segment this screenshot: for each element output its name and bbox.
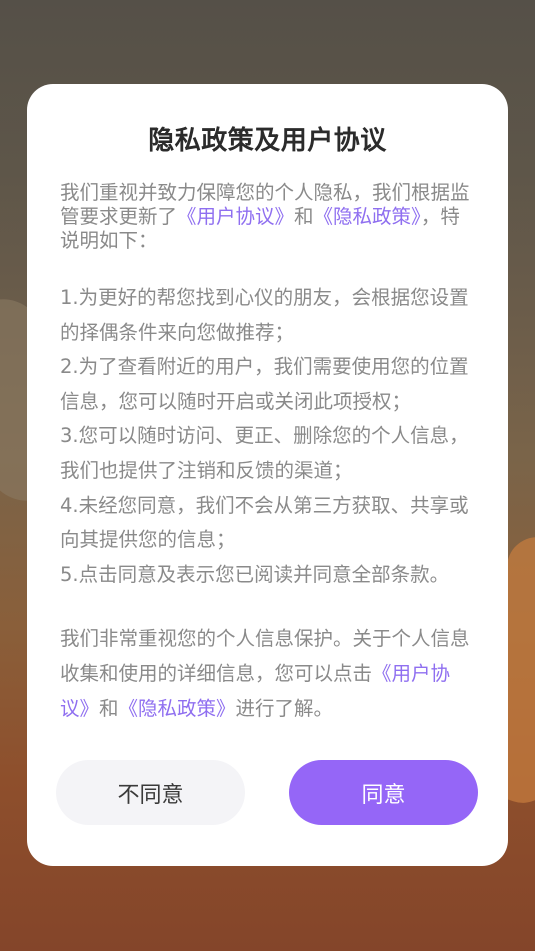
term-item: 4.未经您同意，我们不会从第三方获取、共享或向其提供您的信息； — [60, 493, 469, 552]
disagree-button[interactable]: 不同意 — [56, 760, 245, 825]
intro-middle: 和 — [294, 205, 314, 228]
terms-list: 1.为更好的帮您找到心仪的朋友，会根据您设置的择偶条件来向您做推荐； 2.为了查… — [60, 281, 475, 592]
outro-suffix: 进行了解。 — [235, 696, 334, 720]
user-agreement-link[interactable]: 《用户协议》 — [177, 205, 294, 228]
term-item: 3.您可以随时访问、更正、删除您的个人信息，我们也提供了注销和反馈的渠道； — [60, 424, 469, 482]
term-item: 2.为了查看附近的用户，我们需要使用您的位置信息，您可以随时开启或关闭此项授权； — [60, 355, 469, 413]
outro-privacy-policy-link[interactable]: 《隐私政策》 — [119, 697, 236, 720]
privacy-policy-link[interactable]: 《隐私政策》 — [314, 205, 421, 228]
agree-button[interactable]: 同意 — [289, 760, 478, 825]
dialog-title: 隐私政策及用户协议 — [148, 126, 387, 156]
term-item: 1.为更好的帮您找到心仪的朋友，会根据您设置的择偶条件来向您做推荐； — [60, 286, 469, 344]
intro-text: 我们重视并致力保障您的个人隐私，我们根据监管要求更新了《用户协议》和《隐私政策》… — [60, 181, 475, 253]
outro-middle: 和 — [99, 696, 119, 720]
term-item: 5.点击同意及表示您已阅读并同意全部条款。 — [60, 562, 450, 586]
privacy-dialog: 隐私政策及用户协议 我们重视并致力保障您的个人隐私，我们根据监管要求更新了《用户… — [27, 84, 508, 866]
outro-text: 我们非常重视您的个人信息保护。关于个人信息收集和使用的详细信息，您可以点击《用户… — [60, 622, 475, 726]
